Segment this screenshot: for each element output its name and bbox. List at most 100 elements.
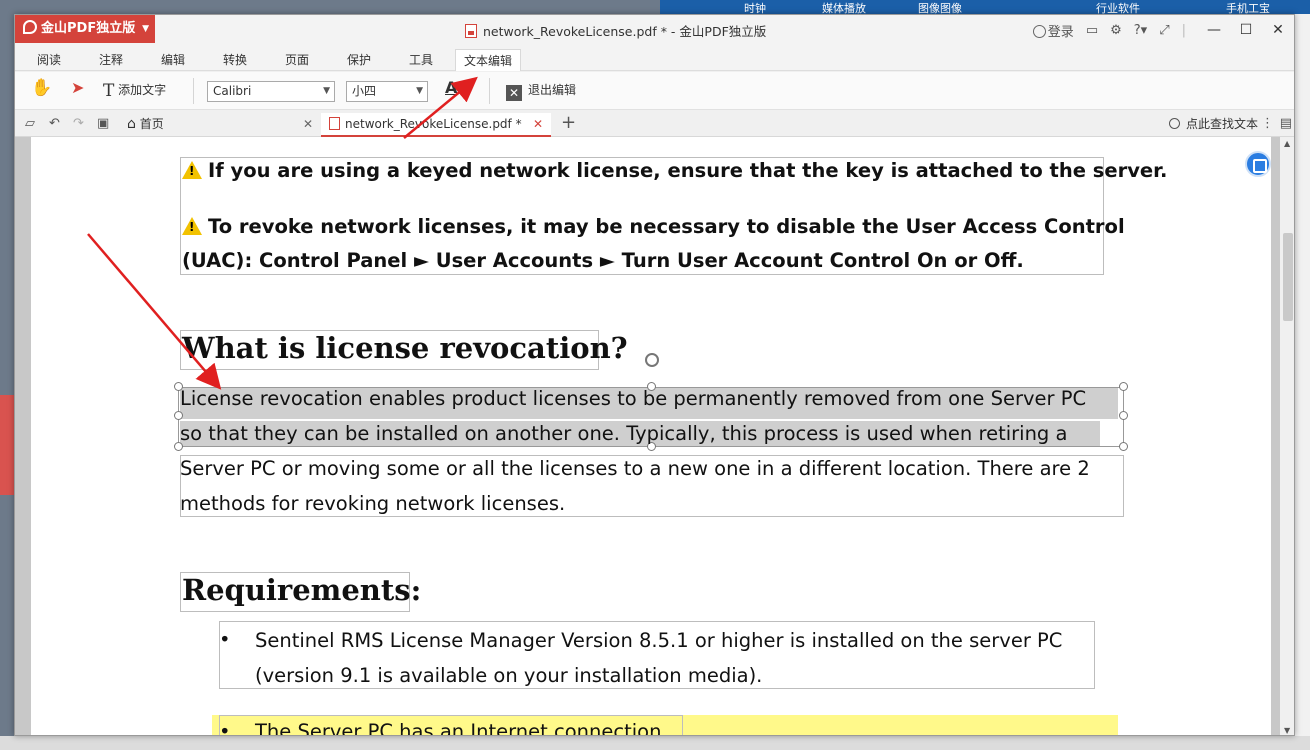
font-family-value: Calibri [213,84,252,98]
text-tool-icon: T [103,81,115,101]
tab-convert[interactable]: 转换 [215,49,255,71]
pdf-logo-icon [23,20,37,34]
paragraph-line-3: Server PC or moving some or all the lice… [180,457,1090,480]
warning-text-2b: (UAC): Control Panel ► User Accounts ► T… [182,249,1024,272]
undo-icon[interactable]: ↶ [49,116,60,131]
warning-text-1: If you are using a keyed network license… [208,159,1168,182]
app-menu-button[interactable]: 金山PDF独立版 ▼ [15,15,155,43]
paragraph-line-1: License revocation enables product licen… [180,387,1087,410]
desktop-bottom-strip [0,736,1310,750]
save-icon[interactable]: ▣ [97,116,109,131]
help-button[interactable]: ?▾ [1134,23,1147,38]
resize-handle[interactable] [174,411,183,420]
help-label: ? [1133,22,1141,38]
chevron-down-icon: ▼ [323,86,330,96]
tab-document[interactable]: network_RevokeLicense.pdf * ✕ [321,113,551,137]
font-size-select[interactable]: 小四 ▼ [346,81,428,102]
login-label: 登录 [1047,24,1074,40]
login-button[interactable]: 登录 [1032,21,1074,40]
tab-annotate[interactable]: 注释 [91,49,131,71]
add-tab-button[interactable]: + [561,112,576,133]
chevron-down-icon[interactable]: ▼ [461,84,468,94]
pdf-file-icon [465,24,477,38]
scroll-up-arrow[interactable]: ▲ [1284,139,1290,148]
scroll-thumb[interactable] [1283,233,1293,321]
desktop-top-bar: 时钟 媒体播放 图像图像 行业软件 手机工宝 [660,0,1310,15]
pdf-file-icon [329,117,340,130]
tab-document-label: network_RevokeLicense.pdf * [345,117,522,131]
ribbon-tabs: 阅读 注释 编辑 转换 页面 保护 工具 文本编辑 [15,45,1294,71]
maximize-button[interactable]: ☐ [1230,22,1262,38]
bullet: • [219,628,231,651]
tab-edit[interactable]: 编辑 [153,49,193,71]
open-folder-icon[interactable]: ▱ [25,116,35,131]
gear-icon[interactable]: ⚙ [1110,23,1122,38]
app-name: 金山PDF独立版 [41,21,136,36]
paragraph-line-4: methods for revoking network licenses. [180,492,566,515]
close-icon[interactable]: ✕ [533,113,543,135]
search-icon [1168,118,1180,129]
resize-handle[interactable] [1119,382,1128,391]
document-tab-bar: ▱ ↶ ↷ ▣ ⌂ 首页 ✕ network_RevokeLicense.pdf… [15,111,1294,137]
pdf-page: If you are using a keyed network license… [31,137,1271,736]
resize-handle[interactable] [1119,411,1128,420]
tab-read[interactable]: 阅读 [29,49,69,71]
divider [193,78,194,104]
requirement-1-line-2: (version 9.1 is available on your instal… [255,664,763,687]
minimize-button[interactable]: — [1198,22,1230,38]
resize-handle[interactable] [1119,442,1128,451]
more-icon[interactable]: ⋮ [1261,116,1274,131]
close-icon[interactable]: ✕ [303,113,313,135]
find-text-button[interactable]: 点此查找文本 [1168,115,1258,132]
close-button[interactable]: ✕ [1262,22,1294,38]
tab-home[interactable]: ⌂ 首页 ✕ [119,113,321,137]
title-bar: 金山PDF独立版 ▼ network_RevokeLicense.pdf * -… [15,15,1294,45]
warning-line-2: To revoke network licenses, it may be ne… [182,215,1125,238]
add-text-button[interactable]: T 添加文字 [103,81,166,101]
fullscreen-icon[interactable]: ⤢ [1159,23,1169,38]
tab-page[interactable]: 页面 [277,49,317,71]
chevron-down-icon: ▼ [142,24,149,34]
message-icon[interactable]: ▭ [1086,23,1098,38]
rotate-handle[interactable] [645,353,659,367]
font-family-select[interactable]: Calibri ▼ [207,81,335,102]
warning-icon [182,161,202,179]
divider: | [1181,22,1186,38]
exit-edit-label: 退出编辑 [528,83,577,97]
font-color-button[interactable]: A [445,78,457,97]
desktop-right-panel [1294,14,1310,736]
panel-toggle-icon[interactable]: ▤ [1280,116,1292,131]
font-size-value: 小四 [352,84,377,98]
tab-text-edit[interactable]: 文本编辑 [455,49,522,71]
vertical-scrollbar[interactable]: ▲ ▼ [1280,137,1294,735]
hand-tool-icon[interactable]: ✋ [31,78,52,98]
close-box-icon: ✕ [506,85,522,101]
heading-license-revocation: What is license revocation? [182,331,628,365]
chevron-down-icon: ▼ [416,86,423,96]
user-icon [1032,24,1046,38]
document-viewport: If you are using a keyed network license… [15,137,1280,736]
warning-icon [182,217,202,235]
warning-text-2a: To revoke network licenses, it may be ne… [208,215,1125,238]
window-title-text: network_RevokeLicense.pdf * - 金山PDF独立版 [483,24,767,39]
tab-home-label: 首页 [139,117,164,131]
title-bar-controls: 登录 ▭ ⚙ ?▾ ⤢ | — ☐ ✕ [1032,15,1294,45]
requirement-1-line-1: Sentinel RMS License Manager Version 8.5… [255,629,1063,652]
pdf-app-window: 金山PDF独立版 ▼ network_RevokeLicense.pdf * -… [14,14,1295,736]
exit-edit-button[interactable]: ✕ 退出编辑 [506,81,576,101]
select-arrow-icon[interactable]: ➤ [71,78,84,97]
redo-icon[interactable]: ↷ [73,116,84,131]
add-text-label: 添加文字 [118,83,167,97]
window-title: network_RevokeLicense.pdf * - 金山PDF独立版 [465,21,766,40]
find-text-label: 点此查找文本 [1185,117,1258,131]
heading-requirements: Requirements: [182,573,422,607]
floating-tool-button[interactable] [1245,151,1271,177]
tab-tools[interactable]: 工具 [401,49,441,71]
paragraph-line-2: so that they can be installed on another… [180,422,1068,445]
warning-line-1: If you are using a keyed network license… [182,159,1167,182]
requirement-2: The Server PC has an Internet connection… [255,720,668,736]
home-icon: ⌂ [127,116,136,132]
tab-protect[interactable]: 保护 [339,49,379,71]
divider [489,78,490,104]
scroll-down-arrow[interactable]: ▼ [1284,726,1290,735]
